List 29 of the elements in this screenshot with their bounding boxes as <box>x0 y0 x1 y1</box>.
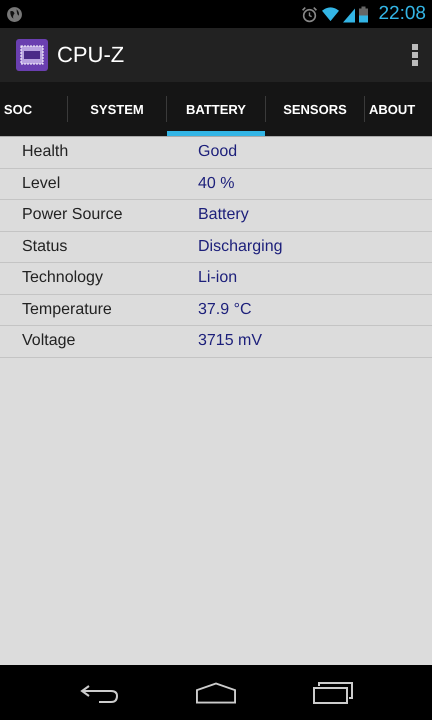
tab[interactable]: ABOUT <box>365 82 432 136</box>
globe-icon <box>6 6 23 22</box>
status-time: 22:08 <box>378 3 426 25</box>
property-label: Status <box>21 238 68 256</box>
wifi-icon <box>322 6 340 22</box>
property-label: Voltage <box>21 332 76 350</box>
property-value: Discharging <box>198 238 282 256</box>
property-value: 37.9 °C <box>198 300 252 319</box>
recent-apps-icon <box>313 682 354 704</box>
property-label: Temperature <box>21 300 113 319</box>
property-value: Battery <box>198 206 249 224</box>
battery-icon <box>359 6 368 22</box>
property-label: Level <box>21 174 62 193</box>
app-logo-icon <box>16 39 48 71</box>
property-value: 40 % <box>198 174 234 193</box>
property-label: Technology <box>21 269 104 288</box>
tab[interactable]: SOC <box>0 82 67 136</box>
menu-icon <box>412 44 418 66</box>
app-title: CPU-Z <box>57 42 126 68</box>
home-icon <box>196 682 236 704</box>
tab[interactable]: SYSTEM <box>68 82 166 136</box>
property-value: Li-ion <box>198 269 238 288</box>
alarm-icon <box>301 6 318 22</box>
property-value: 3715 mV <box>198 332 262 350</box>
tab[interactable]: SENSORS <box>266 82 364 136</box>
property-label: Health <box>21 143 70 162</box>
property-label: Power Source <box>21 206 124 224</box>
property-value: Good <box>198 143 238 162</box>
tab[interactable]: BATTERY <box>167 82 265 136</box>
